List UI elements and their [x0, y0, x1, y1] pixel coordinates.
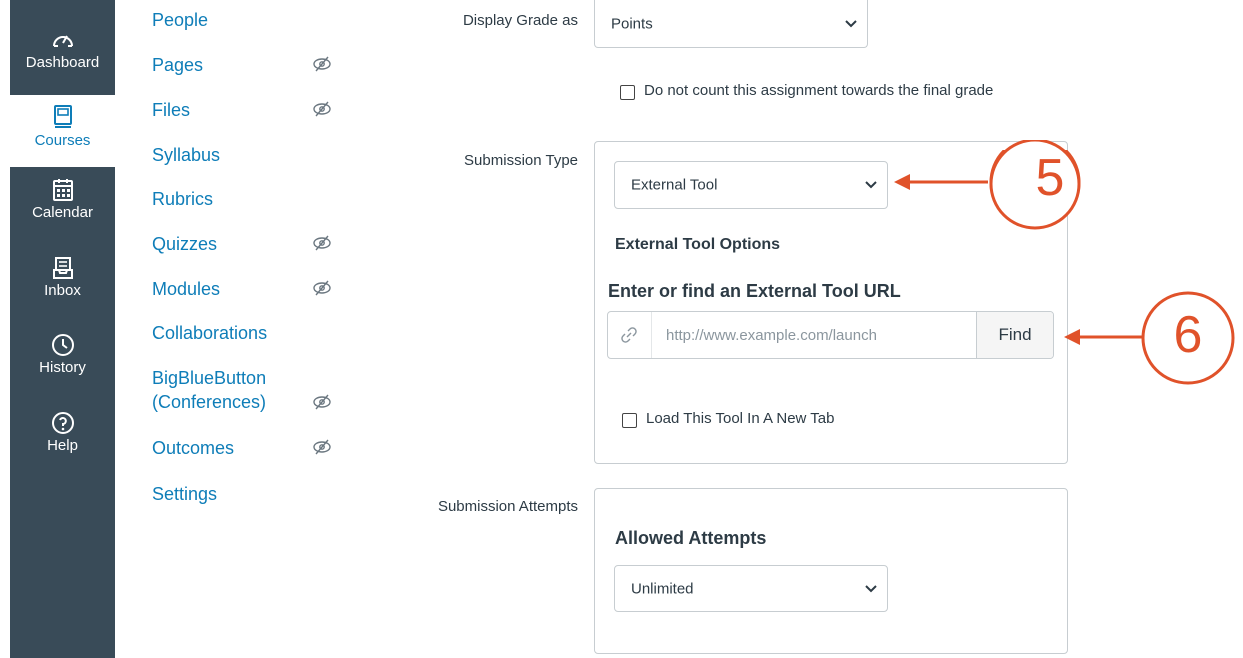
global-nav-label: Inbox	[44, 282, 81, 299]
global-nav: Dashboard Courses Calendar Inbox History…	[10, 0, 115, 658]
global-nav-label: Courses	[34, 132, 91, 149]
external-tool-url-heading: Enter or find an External Tool URL	[608, 281, 901, 301]
course-nav-people[interactable]: People	[152, 8, 208, 32]
course-nav-modules[interactable]: Modules	[152, 277, 220, 301]
annotation-circle-6	[1141, 291, 1235, 385]
global-nav-label: Calendar	[32, 204, 93, 221]
course-nav-label-line: (Conferences)	[152, 392, 267, 412]
display-grade-select[interactable]: Points	[594, 0, 868, 48]
chevron-down-icon	[845, 19, 857, 27]
final-grade-checkbox-label: Do not count this assignment towards the…	[644, 82, 994, 99]
hidden-eye-icon	[313, 439, 331, 455]
calendar-icon	[52, 179, 73, 201]
global-nav-calendar[interactable]: Calendar	[10, 178, 115, 221]
inbox-icon	[52, 257, 73, 279]
annotation-arrow-6	[1064, 329, 1148, 345]
chevron-down-icon	[865, 584, 877, 592]
find-button[interactable]: Find	[976, 312, 1053, 358]
submission-type-label: Submission Type	[464, 152, 578, 169]
help-question-icon	[51, 412, 74, 434]
global-nav-history[interactable]: History	[10, 333, 115, 376]
courses-book-icon	[53, 105, 72, 128]
chevron-down-icon	[865, 181, 877, 189]
dashboard-gauge-icon	[52, 35, 73, 47]
global-nav-dashboard[interactable]: Dashboard	[10, 28, 115, 71]
course-nav-bigbluebutton[interactable]: BigBlueButton (Conferences)	[152, 366, 266, 414]
hidden-eye-icon	[313, 56, 331, 72]
course-nav-syllabus[interactable]: Syllabus	[152, 143, 220, 167]
course-nav-settings[interactable]: Settings	[152, 482, 217, 506]
submission-type-select[interactable]: External Tool	[614, 161, 888, 209]
hidden-eye-icon	[313, 394, 331, 410]
external-tool-options-heading: External Tool Options	[615, 236, 781, 253]
external-tool-url-input[interactable]	[652, 312, 978, 358]
display-grade-value: Points	[611, 15, 653, 32]
annotation-number-6: 6	[1173, 306, 1203, 364]
course-nav-files[interactable]: Files	[152, 98, 190, 122]
external-tool-url-group: Find	[607, 311, 1054, 359]
link-chain-icon	[621, 327, 637, 343]
url-icon-box	[608, 312, 652, 358]
display-grade-label: Display Grade as	[462, 12, 578, 29]
allowed-attempts-heading: Allowed Attempts	[615, 528, 767, 548]
hidden-eye-icon	[313, 101, 331, 117]
submission-attempts-label: Submission Attempts	[437, 498, 578, 515]
global-nav-label: Dashboard	[25, 54, 100, 71]
course-nav-pages[interactable]: Pages	[152, 53, 203, 77]
final-grade-checkbox[interactable]	[620, 85, 635, 100]
hidden-eye-icon	[313, 280, 331, 296]
course-nav-outcomes[interactable]: Outcomes	[152, 436, 234, 460]
new-tab-checkbox[interactable]	[622, 413, 637, 428]
global-nav-label: History	[39, 359, 86, 376]
course-nav-label-line: BigBlueButton	[152, 368, 267, 388]
global-nav-label: Help	[47, 437, 78, 454]
history-clock-icon	[51, 334, 74, 356]
course-nav-rubrics[interactable]: Rubrics	[152, 187, 213, 211]
course-nav-quizzes[interactable]: Quizzes	[152, 232, 217, 256]
hidden-eye-icon	[313, 235, 331, 251]
global-nav-inbox[interactable]: Inbox	[10, 256, 115, 299]
submission-type-value: External Tool	[631, 176, 718, 194]
allowed-attempts-select[interactable]: Unlimited	[614, 565, 888, 612]
allowed-attempts-value: Unlimited	[631, 580, 694, 597]
new-tab-checkbox-label: Load This Tool In A New Tab	[646, 410, 835, 427]
global-nav-courses[interactable]: Courses	[10, 95, 115, 167]
course-nav-collaborations[interactable]: Collaborations	[152, 321, 267, 345]
global-nav-help[interactable]: Help	[10, 411, 115, 454]
